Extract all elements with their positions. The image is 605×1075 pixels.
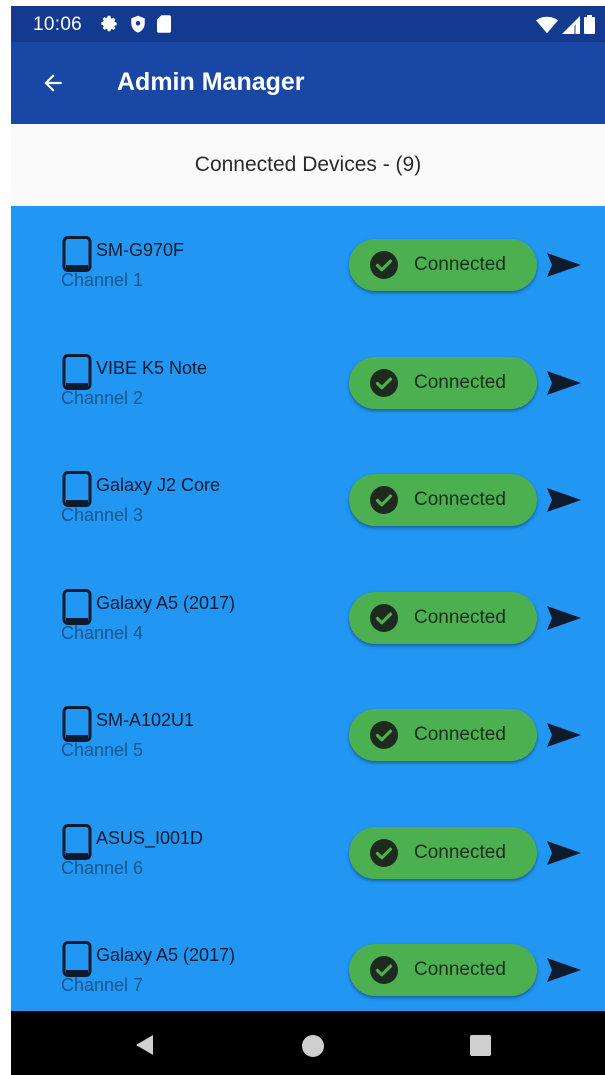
connected-label: Connected [414,371,506,393]
shield-icon [130,15,146,38]
send-icon[interactable] [546,485,582,515]
phone-icon [62,353,92,390]
device-row[interactable]: Galaxy J2 Core Channel 3 Connected [11,441,605,559]
check-circle-icon [370,251,398,279]
status-icons-left [101,15,171,38]
phone-icon [62,236,92,272]
device-name: SM-G970F [96,240,185,260]
send-icon[interactable] [546,603,582,633]
connected-button[interactable]: Connected [349,356,537,409]
connected-button[interactable]: Connected [349,826,537,879]
nav-back-icon[interactable] [133,1033,157,1057]
check-circle-icon [370,603,398,632]
check-circle-icon [370,956,398,984]
device-row[interactable]: SM-G970F Channel 1 Connected [11,206,605,324]
gear-icon [101,15,119,38]
send-icon[interactable] [546,368,582,398]
connected-label: Connected [414,959,506,980]
signal-icon [562,15,580,39]
device-channel: Channel 3 [61,505,144,525]
device-name: Galaxy A5 (2017) [96,945,236,965]
page-title: Admin Manager [117,68,305,96]
device-row[interactable]: VIBE K5 Note Channel 2 Connected [11,324,605,442]
send-icon[interactable] [546,250,582,280]
device-channel: Channel 1 [61,270,144,290]
phone-icon [62,941,92,977]
connected-button[interactable]: Connected [349,591,537,644]
connected-devices-title: Connected Devices - (9) [194,153,422,176]
send-icon[interactable] [546,838,582,868]
arrow-left-icon [44,74,62,92]
connected-button[interactable]: Connected [349,944,537,996]
connected-button[interactable]: Connected [349,239,537,291]
device-row[interactable]: SM-A102U1 Channel 5 Connected [11,676,605,794]
check-circle-icon [370,368,398,397]
connected-label: Connected [414,489,506,510]
phone-icon [62,706,92,742]
device-channel: Channel 7 [61,975,144,995]
wifi-icon [536,16,558,39]
connected-label: Connected [414,254,506,275]
connected-label: Connected [414,606,506,628]
phone-icon [62,471,92,507]
nav-home-icon[interactable] [302,1035,324,1057]
device-channel: Channel 4 [61,622,144,643]
system-nav-bar [11,1011,605,1075]
device-name: Galaxy J2 Core [96,475,221,495]
battery-icon [584,15,595,39]
nav-recents-icon[interactable] [470,1035,491,1056]
check-circle-icon [370,838,398,867]
status-icons-right [536,15,595,39]
connected-label: Connected [414,841,506,863]
device-name: VIBE K5 Note [96,357,208,378]
connected-label: Connected [414,724,506,745]
app-bar: Admin Manager [11,42,605,124]
check-circle-icon [370,721,398,749]
sd-card-icon [157,15,171,38]
send-icon[interactable] [546,955,582,985]
back-button[interactable] [35,65,71,101]
check-circle-icon [370,486,398,514]
device-channel: Channel 2 [61,387,144,408]
phone-icon [62,823,92,860]
device-name: SM-A102U1 [96,710,195,730]
connected-button[interactable]: Connected [349,709,537,761]
phone-icon [62,588,92,625]
device-channel: Channel 5 [61,740,144,760]
device-row[interactable]: ASUS_I001D Channel 6 Connected [11,794,605,912]
device-row[interactable]: Galaxy A5 (2017) Channel 7 Connected [11,911,605,1011]
device-name: ASUS_I001D [96,827,204,848]
connected-devices-header: Connected Devices - (9) [11,124,605,206]
phone-screen: 10:06 Admin Manager Connected Devices - … [11,6,605,1075]
device-name: Galaxy A5 (2017) [96,592,236,613]
connected-button[interactable]: Connected [349,474,537,526]
device-list[interactable]: SM-G970F Channel 1 Connected VIBE K5 Not… [11,206,605,1011]
status-time: 10:06 [33,14,83,35]
device-row[interactable]: Galaxy A5 (2017) Channel 4 Connected [11,559,605,677]
device-channel: Channel 6 [61,857,144,878]
status-bar: 10:06 [11,6,605,42]
send-icon[interactable] [546,720,582,750]
